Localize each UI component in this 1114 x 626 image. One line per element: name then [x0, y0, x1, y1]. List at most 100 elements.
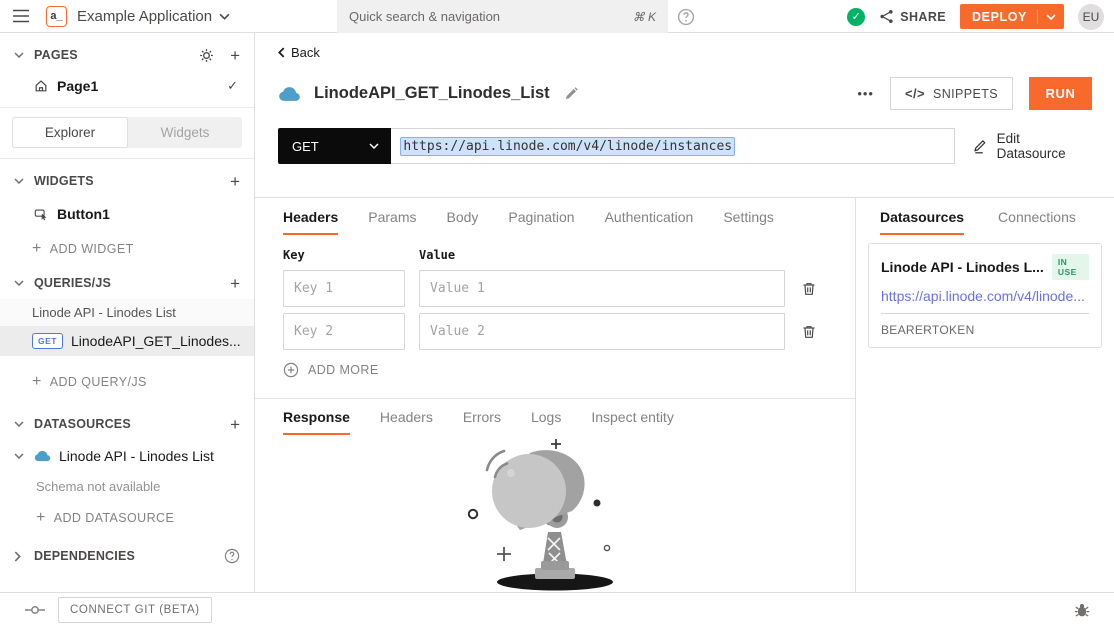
edit-datasource-label: Edit Datasource [997, 131, 1092, 161]
bug-report-icon[interactable] [1074, 602, 1090, 618]
chevron-down-icon[interactable] [14, 421, 26, 427]
add-query-plus-button[interactable]: + [230, 275, 240, 292]
active-page-check-icon: ✓ [227, 78, 238, 94]
share-icon [879, 9, 894, 24]
value-column-label: Value [419, 248, 455, 262]
tab-logs[interactable]: Logs [531, 399, 561, 435]
tab-connections[interactable]: Connections [998, 198, 1076, 235]
delete-row-1-button[interactable] [799, 279, 819, 299]
deploy-label: DEPLOY [960, 10, 1037, 24]
tab-widgets[interactable]: Widgets [128, 117, 242, 148]
chevron-down-icon[interactable] [14, 453, 26, 459]
tab-authentication[interactable]: Authentication [605, 198, 694, 235]
search-placeholder: Quick search & navigation [349, 9, 500, 24]
widget-item-label: Button1 [57, 206, 110, 222]
edit-datasource-button[interactable]: Edit Datasource [973, 131, 1092, 161]
widgets-title: WIDGETS [34, 174, 94, 188]
add-widget-plus-button[interactable]: + [230, 173, 240, 190]
sidebar: PAGES + Page1 ✓ Explorer Widgets WIDGETS… [0, 33, 255, 592]
pages-section-header[interactable]: PAGES + [0, 39, 254, 71]
run-button[interactable]: RUN [1029, 77, 1092, 110]
snippets-button[interactable]: </> SNIPPETS [890, 77, 1013, 110]
tab-errors[interactable]: Errors [463, 399, 501, 435]
save-status-icon: ✓ [847, 8, 865, 26]
app-logo-icon[interactable]: a_ [46, 6, 67, 27]
app-name[interactable]: Example Application [77, 8, 212, 25]
add-page-button[interactable]: + [230, 47, 240, 64]
query-group-label: Linode API - Linodes List [0, 299, 254, 326]
trash-icon [801, 281, 817, 297]
chevron-down-icon[interactable] [14, 178, 26, 184]
help-icon[interactable] [677, 8, 695, 26]
http-method-value: GET [292, 139, 319, 154]
chevron-down-icon[interactable] [219, 13, 230, 20]
chevron-right-icon[interactable] [14, 551, 26, 562]
delete-row-2-button[interactable] [799, 322, 819, 342]
widgets-section-header[interactable]: WIDGETS + [0, 165, 254, 197]
tab-response[interactable]: Response [283, 399, 350, 435]
tab-params[interactable]: Params [368, 198, 416, 235]
deploy-button[interactable]: DEPLOY [960, 4, 1064, 29]
tab-pagination[interactable]: Pagination [508, 198, 574, 235]
queries-section-header[interactable]: QUERIES/JS + [0, 267, 254, 299]
url-value-selected: https://api.linode.com/v4/linode/instanc… [401, 138, 734, 155]
edit-title-pencil-icon[interactable] [564, 86, 579, 101]
chevron-down-icon[interactable] [14, 280, 26, 286]
pages-settings-gear-icon[interactable] [199, 48, 214, 63]
dependencies-help-icon[interactable] [224, 548, 240, 564]
key-2-input[interactable] [283, 313, 405, 350]
value-1-input[interactable] [419, 270, 785, 307]
key-column-label: Key [283, 248, 405, 262]
key-1-input[interactable] [283, 270, 405, 307]
divider [0, 107, 254, 108]
add-datasource-button[interactable]: + ADD DATASOURCE [0, 500, 254, 536]
more-options-button[interactable]: ••• [857, 86, 874, 101]
datasource-card[interactable]: Linode API - Linodes L... IN USE https:/… [868, 243, 1102, 348]
datasource-card-url-link[interactable]: https://api.linode.com/v4/linode... [881, 288, 1089, 314]
tab-inspect-entity[interactable]: Inspect entity [591, 399, 674, 435]
dependencies-section-header[interactable]: DEPENDENCIES [0, 540, 254, 572]
datasources-section-header[interactable]: DATASOURCES + [0, 408, 254, 440]
connect-git-button[interactable]: CONNECT GIT (BETA) [58, 597, 212, 623]
response-tabs: Response Headers Errors Logs Inspect ent… [255, 398, 855, 435]
tab-datasources[interactable]: Datasources [880, 198, 964, 235]
header-row-2 [283, 313, 827, 350]
tab-headers[interactable]: Headers [283, 198, 338, 235]
back-button[interactable]: Back [278, 45, 338, 60]
topbar: a_ Example Application Quick search & na… [0, 0, 1114, 33]
pages-title: PAGES [34, 48, 78, 62]
datasources-panel: Datasources Connections Linode API - Lin… [855, 198, 1114, 592]
add-more-button[interactable]: ADD MORE [283, 362, 393, 378]
datasources-title: DATASOURCES [34, 417, 131, 431]
http-method-dropdown[interactable]: GET [278, 128, 391, 164]
sidebar-item-page1[interactable]: Page1 ✓ [0, 71, 254, 101]
chevron-down-icon[interactable] [14, 52, 26, 58]
user-avatar[interactable]: EU [1078, 4, 1104, 30]
response-empty-state [255, 435, 855, 592]
satellite-dish-illustration [435, 435, 675, 592]
share-button[interactable]: SHARE [879, 9, 946, 24]
plus-icon: + [36, 510, 46, 526]
plus-icon: + [32, 241, 42, 257]
tab-settings[interactable]: Settings [723, 198, 774, 235]
add-datasource-plus-button[interactable]: + [230, 416, 240, 433]
add-datasource-label: ADD DATASOURCE [54, 511, 174, 525]
tab-body[interactable]: Body [447, 198, 479, 235]
tab-explorer[interactable]: Explorer [12, 117, 128, 148]
tab-response-headers[interactable]: Headers [380, 399, 433, 435]
add-query-button[interactable]: + ADD QUERY/JS [0, 364, 254, 400]
search-input[interactable]: Quick search & navigation ⌘ K [337, 0, 668, 33]
request-response-pane: Headers Params Body Pagination Authentic… [255, 198, 855, 592]
sidebar-item-button1[interactable]: Button1 [0, 197, 254, 231]
add-widget-button[interactable]: + ADD WIDGET [0, 231, 254, 267]
sidebar-item-datasource[interactable]: Linode API - Linodes List [0, 440, 254, 472]
hamburger-menu-icon[interactable] [12, 9, 30, 23]
request-tabs: Headers Params Body Pagination Authentic… [255, 198, 855, 235]
queries-title: QUERIES/JS [34, 276, 111, 290]
datasource-card-auth-type: BEARERTOKEN [881, 323, 1089, 337]
value-2-input[interactable] [419, 313, 785, 350]
deploy-chevron-icon[interactable] [1038, 14, 1064, 20]
url-input[interactable]: https://api.linode.com/v4/linode/instanc… [391, 128, 954, 164]
query-title: LinodeAPI_GET_Linodes_List [314, 84, 550, 103]
sidebar-item-query-selected[interactable]: GET LinodeAPI_GET_Linodes... [0, 326, 254, 356]
